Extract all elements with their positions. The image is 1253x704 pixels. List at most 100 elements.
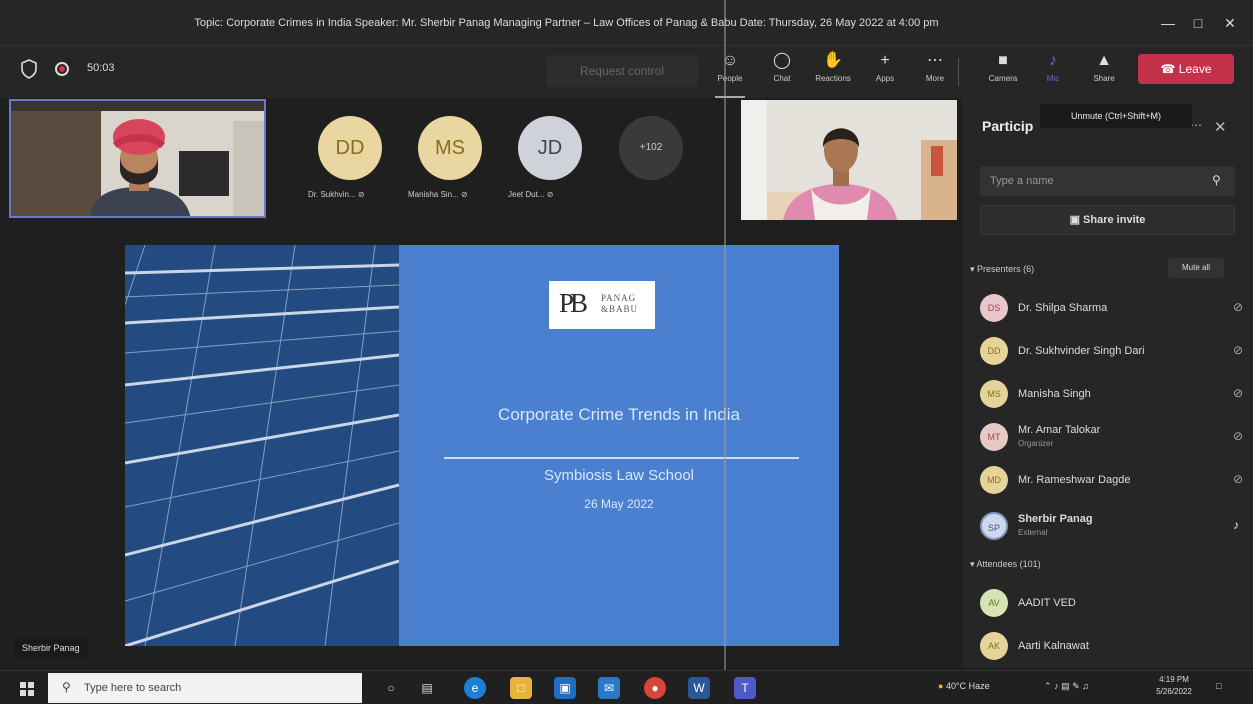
presenters-header[interactable]: ▾ Presenters (6) xyxy=(970,264,1034,275)
weather-widget[interactable]: ● 40°C Haze xyxy=(938,681,990,691)
screen-artifact-line xyxy=(724,0,726,704)
mic-icon[interactable]: ♪ xyxy=(1233,518,1239,532)
shield-icon[interactable] xyxy=(20,59,38,79)
chevron-down-icon: ▾ xyxy=(970,559,975,569)
maximize-icon[interactable]: □ xyxy=(1188,13,1208,33)
mic-off-icon: ⊘ xyxy=(546,190,554,199)
camera-button[interactable]: ■ Camera xyxy=(982,50,1024,94)
participant-row[interactable]: MS Manisha Singh ⊘ xyxy=(980,375,1248,413)
speaker-name-tag: Sherbir Panag xyxy=(14,638,88,658)
participant-row[interactable]: SP Sherbir Panag External ♪ xyxy=(980,507,1248,545)
people-button[interactable]: ☺ People xyxy=(709,50,751,98)
participant-row[interactable]: AK Aarti Kalnawat xyxy=(980,627,1248,665)
notifications-icon[interactable]: □ xyxy=(1216,681,1221,691)
title-bar: Topic: Corporate Crimes in India Speaker… xyxy=(0,0,1253,46)
taskbar-search[interactable]: ⚲ xyxy=(48,673,362,703)
mic-off-icon: ⊘ xyxy=(460,190,468,199)
share-invite-icon: ▣ xyxy=(1069,214,1080,226)
presenter-video-image xyxy=(741,100,957,220)
minimize-icon[interactable]: — xyxy=(1158,13,1178,33)
slide-date: 26 May 2022 xyxy=(584,497,654,511)
participants-panel: Particip ⋯ ✕ ⚲ ▣ Share invite ▾ Presente… xyxy=(962,98,1253,668)
close-panel-icon[interactable]: ✕ xyxy=(1214,118,1227,136)
mic-off-icon[interactable]: ⊘ xyxy=(1233,429,1243,443)
solar-panel-image xyxy=(125,245,399,646)
participant-name: Mr. Rameshwar Dagde xyxy=(1018,474,1131,486)
mic-off-icon[interactable]: ⊘ xyxy=(1233,386,1243,400)
request-control-button[interactable]: Request control xyxy=(546,55,698,87)
window-title: Topic: Corporate Crimes in India Speaker… xyxy=(194,17,939,29)
participant-role: External xyxy=(1018,528,1048,537)
windows-taskbar: ⚲ ○ ▤ e □ ▣ ✉ ● W T ● 40°C Haze ⌃ ♪ ▤ ✎ … xyxy=(0,670,1253,704)
cortana-icon[interactable]: ○ xyxy=(380,677,402,699)
avatar: DD xyxy=(980,337,1008,365)
apps-button[interactable]: + Apps xyxy=(864,50,906,94)
gallery-avatar-dd[interactable]: DD xyxy=(318,116,382,180)
gallery-name-dd: Dr. Sukhvin... ⊘ xyxy=(308,190,365,199)
speaker-video-image xyxy=(11,101,264,216)
gallery-name-ms: Manisha Sin... ⊘ xyxy=(408,190,468,199)
people-icon: ☺ xyxy=(721,52,739,69)
word-icon[interactable]: W xyxy=(688,677,710,699)
gallery-avatar-jd[interactable]: JD xyxy=(518,116,582,180)
mute-all-button[interactable]: Mute all xyxy=(1168,258,1224,278)
more-button[interactable]: ⋯ More xyxy=(914,50,956,94)
presenter-video[interactable] xyxy=(741,100,957,220)
participant-name: Aarti Kalnawat xyxy=(1018,640,1089,652)
slide-content: PB PANAG &BABU Corporate Crime Trends in … xyxy=(399,245,839,646)
avatar: MD xyxy=(980,466,1008,494)
gallery-avatar-ms[interactable]: MS xyxy=(418,116,482,180)
windows-start-icon[interactable] xyxy=(20,682,34,696)
toolbar-divider xyxy=(958,58,959,86)
taskbar-search-input[interactable] xyxy=(84,681,344,695)
participant-search-input[interactable] xyxy=(990,172,1190,190)
tray-icons[interactable]: ⌃ ♪ ▤ ✎ ♫ xyxy=(1044,681,1089,692)
chat-icon: ◯ xyxy=(773,52,791,69)
mail-icon[interactable]: ✉ xyxy=(598,677,620,699)
avatar: SP xyxy=(980,512,1008,540)
participant-name: Dr. Shilpa Sharma xyxy=(1018,302,1108,314)
speaker-video[interactable] xyxy=(9,99,266,218)
leave-button[interactable]: ☎ Leave xyxy=(1138,54,1234,84)
shared-slide: PB PANAG &BABU Corporate Crime Trends in … xyxy=(125,245,839,646)
edge-icon[interactable]: e xyxy=(464,677,486,699)
participant-name: Mr. Amar Talokar xyxy=(1018,424,1101,436)
mic-off-icon[interactable]: ⊘ xyxy=(1233,300,1243,314)
participant-role: Organizer xyxy=(1018,439,1054,448)
participant-name: Sherbir Panag xyxy=(1018,513,1093,525)
plus-icon: + xyxy=(880,52,890,69)
participant-name: AADIT VED xyxy=(1018,597,1076,609)
more-participants-count[interactable]: +102 xyxy=(619,116,683,180)
mic-button[interactable]: ♪ Mic xyxy=(1032,50,1074,94)
avatar: AK xyxy=(980,632,1008,660)
file-explorer-icon[interactable]: □ xyxy=(510,677,532,699)
close-icon[interactable]: ✕ xyxy=(1220,13,1240,33)
participant-row[interactable]: MD Mr. Rameshwar Dagde ⊘ xyxy=(980,461,1248,499)
task-view-icon[interactable]: ▤ xyxy=(416,677,438,699)
participant-row[interactable]: DS Dr. Shilpa Sharma ⊘ xyxy=(980,289,1248,327)
search-icon[interactable]: ⚲ xyxy=(1212,173,1221,187)
participant-row[interactable]: MT Mr. Amar Talokar Organizer ⊘ xyxy=(980,418,1248,456)
mic-off-icon: ♪ xyxy=(1049,52,1057,69)
participant-row[interactable]: DD Dr. Sukhvinder Singh Dari ⊘ xyxy=(980,332,1248,370)
meeting-timer: 50:03 xyxy=(87,62,115,74)
slide-title: Corporate Crime Trends in India xyxy=(498,405,740,424)
participant-row[interactable]: AV AADIT VED xyxy=(980,584,1248,622)
reactions-button[interactable]: ✋ Reactions xyxy=(812,50,854,94)
mic-off-icon[interactable]: ⊘ xyxy=(1233,472,1243,486)
system-clock[interactable]: 4:19 PM 5/26/2022 xyxy=(1152,674,1196,698)
chrome-icon[interactable]: ● xyxy=(644,677,666,699)
teams-icon[interactable]: T xyxy=(734,677,756,699)
chevron-down-icon: ▾ xyxy=(970,264,975,274)
participant-name: Manisha Singh xyxy=(1018,388,1091,400)
share-invite-button[interactable]: ▣ Share invite xyxy=(980,205,1235,235)
language-icon: ✎ xyxy=(1072,681,1080,691)
mic-off-icon[interactable]: ⊘ xyxy=(1233,343,1243,357)
share-button[interactable]: ▲ Share xyxy=(1083,50,1125,94)
store-icon[interactable]: ▣ xyxy=(554,677,576,699)
participant-search[interactable]: ⚲ xyxy=(980,166,1235,196)
chat-button[interactable]: ◯ Chat xyxy=(761,50,803,94)
attendees-header[interactable]: ▾ Attendees (101) xyxy=(970,559,1041,570)
panag-babu-logo: PB PANAG &BABU xyxy=(549,281,655,329)
avatar: MS xyxy=(980,380,1008,408)
